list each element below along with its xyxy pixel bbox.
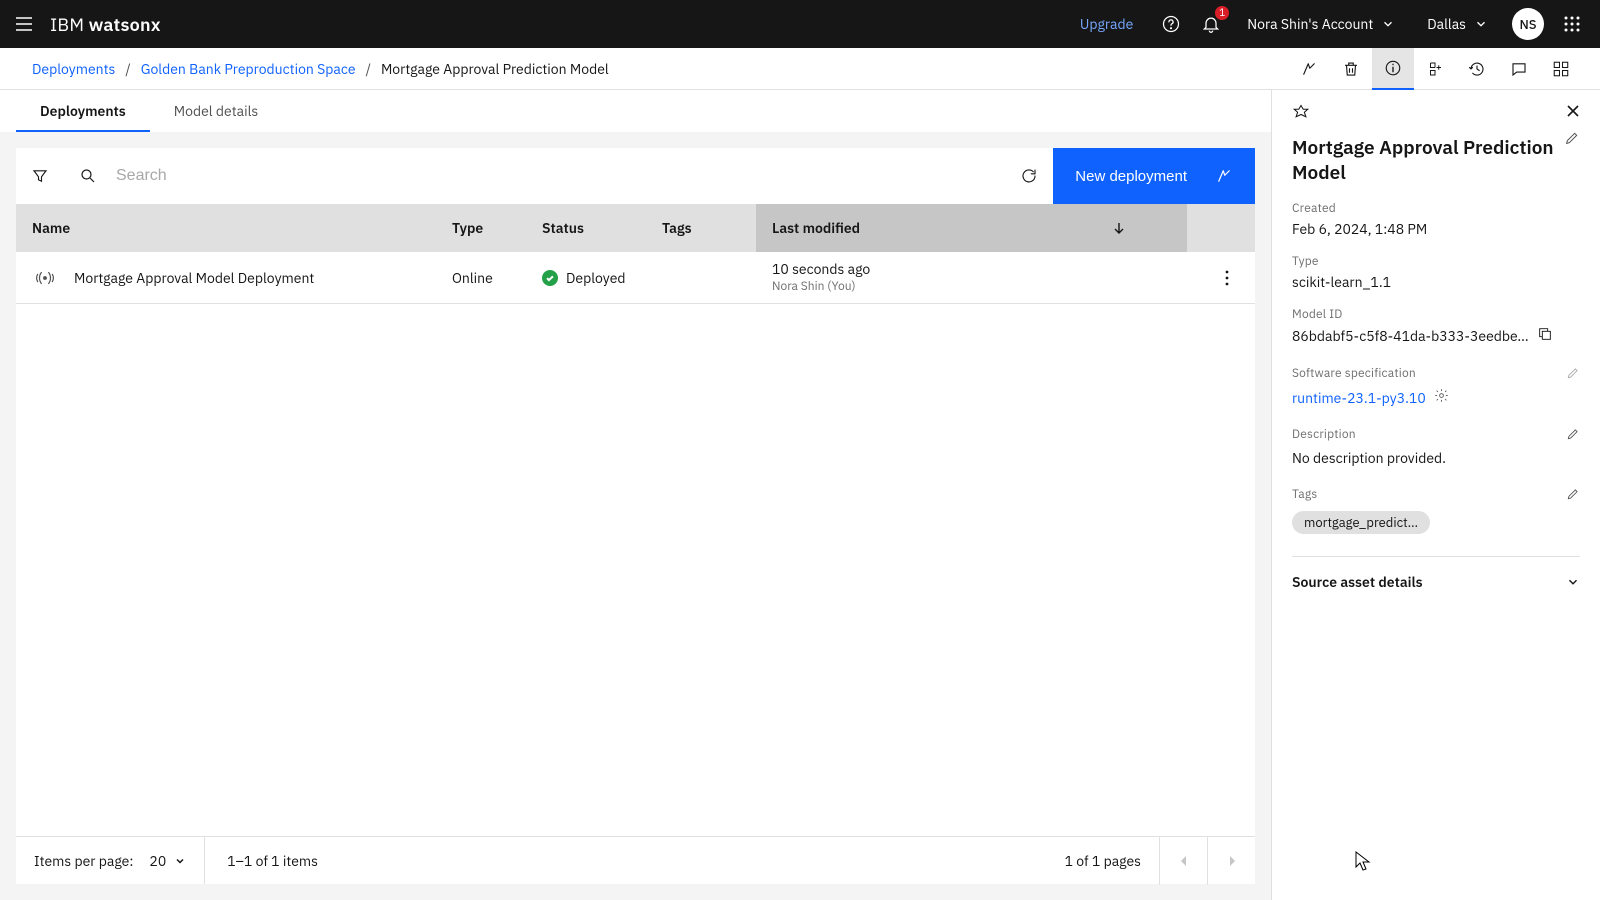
brand: IBM watsonx <box>50 13 161 36</box>
copy-icon[interactable] <box>1537 326 1553 346</box>
col-tags[interactable]: Tags <box>646 219 756 237</box>
sw-spec-label: Software specification <box>1292 366 1416 381</box>
panel-title: Mortgage Approval Prediction Model <box>1292 136 1556 185</box>
type-label: Type <box>1292 254 1580 269</box>
col-status[interactable]: Status <box>526 219 646 237</box>
model-id-value: 86bdabf5-c5f8-41da-b333-3eedbe… <box>1292 327 1529 345</box>
brand-name: watsonx <box>89 13 161 36</box>
ipp-selector[interactable]: 20 <box>149 852 186 870</box>
notifications-badge: 1 <box>1215 6 1229 20</box>
source-asset-accordion[interactable]: Source asset details <box>1292 556 1580 607</box>
ipp-value: 20 <box>149 852 166 870</box>
edit-title-icon[interactable] <box>1564 130 1580 150</box>
tags-label: Tags <box>1292 487 1317 502</box>
model-id-label: Model ID <box>1292 307 1580 322</box>
pager-prev[interactable] <box>1159 837 1207 885</box>
upgrade-link[interactable]: Upgrade <box>1062 15 1151 33</box>
row-modified: 10 seconds ago <box>772 261 870 279</box>
breadcrumb-current: Mortgage Approval Prediction Model <box>381 60 609 78</box>
chevron-down-icon <box>1566 575 1580 589</box>
main-pane: Deployments Model details New deployment… <box>0 90 1272 900</box>
region-selector[interactable]: Dallas <box>1411 15 1504 33</box>
delete-icon[interactable] <box>1330 48 1372 90</box>
pager-next[interactable] <box>1207 837 1255 885</box>
tab-model-details[interactable]: Model details <box>150 90 282 132</box>
created-value: Feb 6, 2024, 1:48 PM <box>1292 220 1580 238</box>
tabs: Deployments Model details <box>0 90 1271 132</box>
accordion-label: Source asset details <box>1292 573 1423 591</box>
account-selector[interactable]: Nora Shin's Account <box>1231 15 1411 33</box>
help-icon[interactable] <box>1151 0 1191 48</box>
breadcrumb-space[interactable]: Golden Bank Preproduction Space <box>141 60 356 78</box>
edit-desc-icon[interactable] <box>1566 427 1580 445</box>
settings-icon[interactable] <box>1540 48 1582 90</box>
app-switcher-icon[interactable] <box>1552 0 1592 48</box>
table-header: Name Type Status Tags Last modified <box>16 204 1255 252</box>
row-status: Deployed <box>566 269 626 287</box>
deploy-icon[interactable] <box>1288 48 1330 90</box>
new-deployment-button[interactable]: New deployment <box>1053 148 1255 204</box>
history-icon[interactable] <box>1456 48 1498 90</box>
close-icon[interactable] <box>1562 100 1584 126</box>
ipp-label: Items per page: <box>34 852 133 870</box>
status-success-icon <box>542 270 558 286</box>
comment-icon[interactable] <box>1498 48 1540 90</box>
account-name: Nora Shin's Account <box>1247 15 1373 33</box>
info-icon[interactable] <box>1372 48 1414 90</box>
brand-prefix: IBM <box>50 13 89 36</box>
chevron-down-icon <box>174 855 186 867</box>
model-icon <box>1292 104 1310 122</box>
desc-label: Description <box>1292 427 1356 442</box>
notifications-icon[interactable]: 1 <box>1191 0 1231 48</box>
filter-icon[interactable] <box>16 148 64 204</box>
search-icon[interactable] <box>64 148 112 204</box>
created-label: Created <box>1292 201 1580 216</box>
edit-sw-spec-icon[interactable] <box>1566 366 1580 384</box>
type-value: scikit-learn_1.1 <box>1292 273 1580 291</box>
tag-chip[interactable]: mortgage_predict… <box>1292 511 1430 534</box>
global-header: IBM watsonx Upgrade 1 Nora Shin's Accoun… <box>0 0 1600 48</box>
col-type[interactable]: Type <box>436 219 526 237</box>
details-panel: Mortgage Approval Prediction Model Creat… <box>1272 90 1600 900</box>
sub-header: Deployments / Golden Bank Preproduction … <box>0 48 1600 90</box>
toolbar: New deployment <box>16 148 1255 204</box>
row-type: Online <box>436 269 526 287</box>
sort-arrow-icon <box>1111 220 1127 236</box>
new-deployment-label: New deployment <box>1075 168 1187 185</box>
col-last-modified[interactable]: Last modified <box>756 204 1187 252</box>
col-last-modified-label: Last modified <box>772 219 860 237</box>
chevron-down-icon <box>1478 22 1485 26</box>
pagination: Items per page: 20 1–1 of 1 items 1 of 1… <box>16 836 1255 884</box>
menu-icon[interactable] <box>0 0 48 48</box>
row-overflow-icon[interactable] <box>1203 254 1251 302</box>
breadcrumb-deployments[interactable]: Deployments <box>32 60 115 78</box>
sw-spec-value[interactable]: runtime-23.1-py3.10 <box>1292 389 1426 407</box>
edit-tags-icon[interactable] <box>1566 487 1580 505</box>
region-name: Dallas <box>1427 15 1466 33</box>
row-modified-by: Nora Shin (You) <box>772 279 870 294</box>
chevron-down-icon <box>1385 22 1392 26</box>
online-icon <box>34 267 56 289</box>
export-icon[interactable] <box>1414 48 1456 90</box>
pager-page-of: 1 of 1 pages <box>1047 852 1159 870</box>
tab-deployments[interactable]: Deployments <box>16 90 150 132</box>
col-name[interactable]: Name <box>16 219 436 237</box>
breadcrumb-sep: / <box>125 60 130 78</box>
row-name: Mortgage Approval Model Deployment <box>74 269 314 287</box>
deployments-table: Name Type Status Tags Last modified <box>16 204 1255 836</box>
desc-value: No description provided. <box>1292 449 1580 467</box>
table-row[interactable]: Mortgage Approval Model Deployment Onlin… <box>16 252 1255 304</box>
search-input[interactable] <box>112 167 1005 185</box>
gear-icon[interactable] <box>1434 388 1449 407</box>
breadcrumb-sep: / <box>366 60 371 78</box>
avatar[interactable]: NS <box>1512 8 1544 40</box>
refresh-icon[interactable] <box>1005 148 1053 204</box>
pager-range: 1–1 of 1 items <box>205 852 340 870</box>
